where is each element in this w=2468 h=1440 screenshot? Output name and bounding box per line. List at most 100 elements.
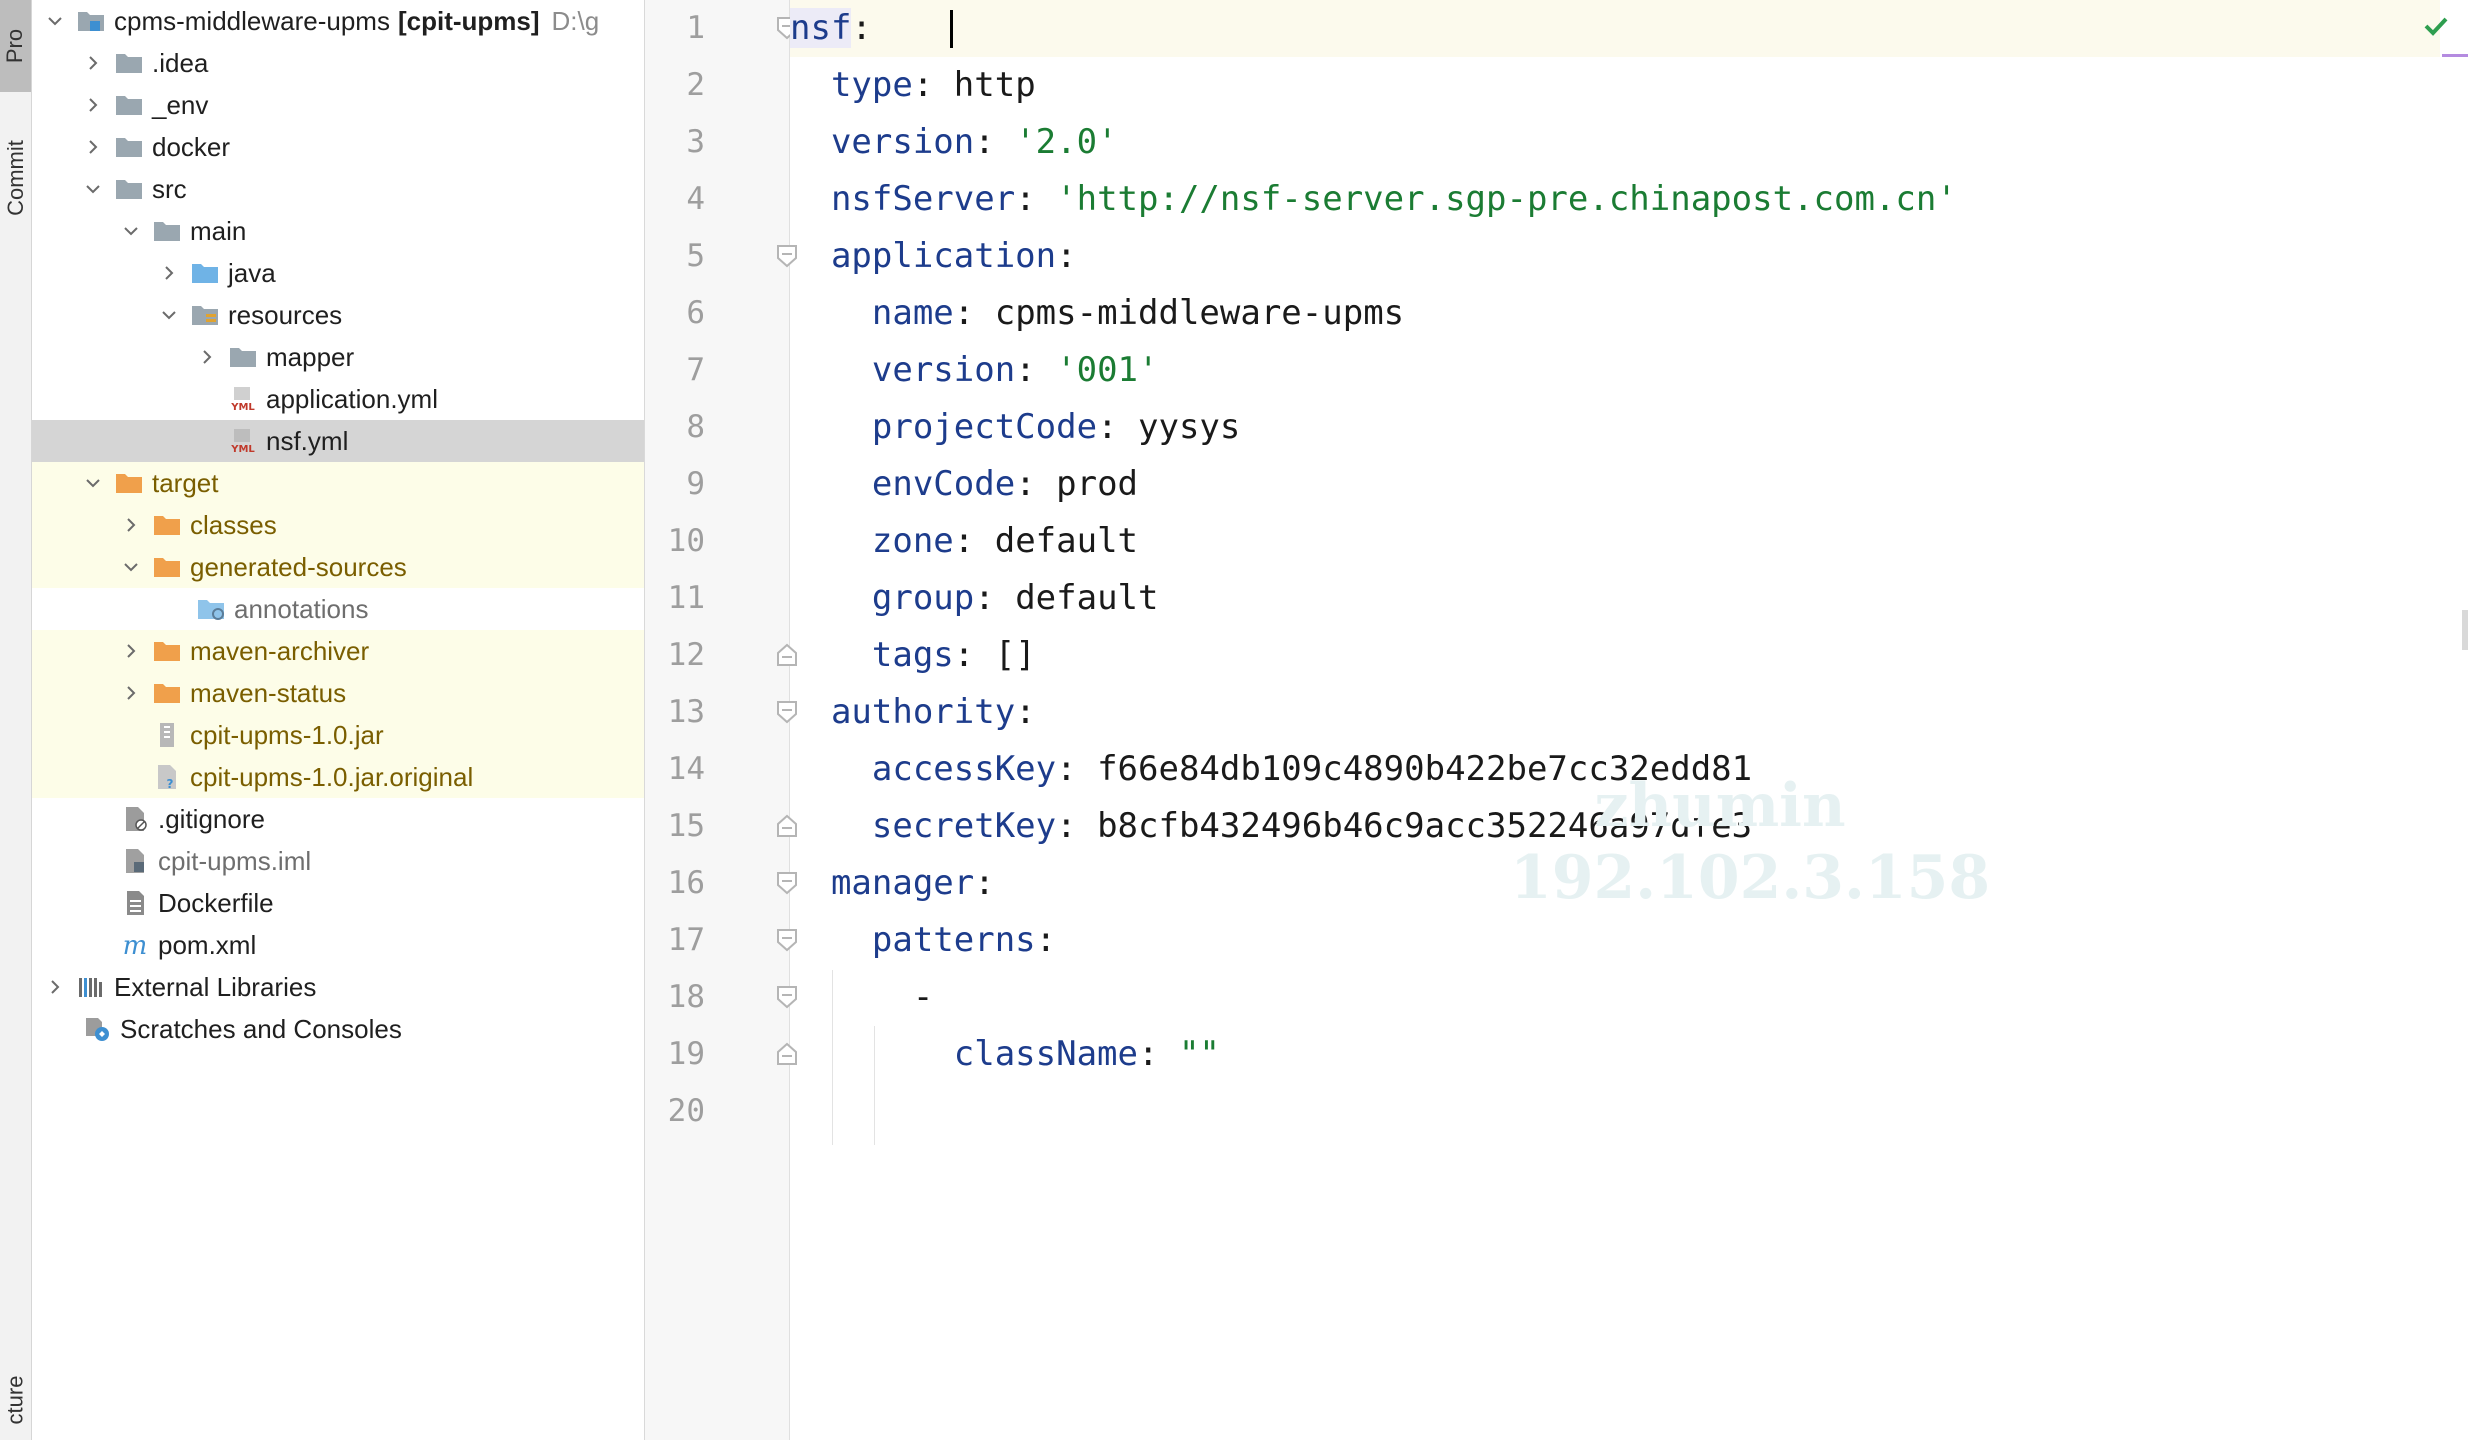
tree-row-generated-sources[interactable]: generated-sources (32, 546, 644, 588)
line-number: 14 (667, 751, 705, 787)
chevron-down-icon[interactable] (120, 220, 142, 242)
tree-item-label: pom.xml (158, 929, 257, 960)
tree-row-root[interactable]: cpms-middleware-upms [cpit-upms] D:\g (32, 0, 644, 42)
line-number: 11 (667, 580, 705, 616)
yaml-sep: : (974, 863, 995, 903)
chevron-right-icon[interactable] (120, 514, 142, 536)
tree-row-env[interactable]: _env (32, 84, 644, 126)
tree-row-docker[interactable]: docker (32, 126, 644, 168)
chevron-right-icon[interactable] (82, 136, 104, 158)
yaml-key: tags (871, 635, 954, 675)
code-line: - (790, 969, 2440, 1026)
yaml-sep: : (1097, 407, 1139, 447)
scratches-icon (82, 1016, 112, 1042)
yaml-key: nsfServer (830, 179, 1016, 219)
module-folder-icon (76, 8, 106, 34)
tool-tab-structure[interactable]: cture (0, 1360, 31, 1440)
tree-root-path: D:\g (551, 5, 600, 36)
tree-row-iml[interactable]: cpit-upms.iml (32, 840, 644, 882)
tree-row-application-yml[interactable]: YML application.yml (32, 378, 644, 420)
tree-row-java[interactable]: java (32, 252, 644, 294)
line-number: 20 (667, 1093, 705, 1129)
tree-item-label: classes (190, 509, 277, 540)
excluded-folder-icon (114, 470, 144, 496)
code-line: projectCode: yysys (790, 399, 2440, 456)
yaml-sep: : (1015, 464, 1057, 504)
tree-row-src[interactable]: src (32, 168, 644, 210)
yaml-value: yysys (1138, 407, 1241, 447)
code-editor[interactable]: 1 2 3 4 5 6 7 8 9 10 11 12 13 14 15 16 1… (645, 0, 2468, 1440)
tool-tab-commit[interactable]: Commit (0, 108, 31, 248)
yaml-sep: : (953, 635, 995, 675)
chevron-down-icon[interactable] (44, 10, 66, 32)
tree-item-label: generated-sources (190, 551, 407, 582)
tree-row-target[interactable]: target (32, 462, 644, 504)
yaml-sep: : (1035, 920, 1057, 960)
tree-row-idea[interactable]: .idea (32, 42, 644, 84)
code-line: accessKey: f66e84db109c4890b422be7cc32ed… (790, 741, 2440, 798)
tree-row-pom[interactable]: m pom.xml (32, 924, 644, 966)
code-line: version: '001' (790, 342, 2440, 399)
yaml-sep: : (1138, 1034, 1179, 1074)
tree-row-jar[interactable]: cpit-upms-1.0.jar (32, 714, 644, 756)
tree-item-label: Dockerfile (158, 887, 274, 918)
yaml-sep: : (851, 8, 872, 48)
chevron-down-icon[interactable] (82, 472, 104, 494)
folder-icon (114, 92, 144, 118)
line-number: 9 (686, 466, 705, 502)
tree-row-gitignore[interactable]: .gitignore (32, 798, 644, 840)
inspection-ok-icon[interactable] (2420, 10, 2452, 42)
jar-file-icon (152, 722, 182, 748)
code-line: manager: (790, 855, 2440, 912)
chevron-right-icon[interactable] (44, 976, 66, 998)
chevron-down-icon[interactable] (158, 304, 180, 326)
tree-item-label: resources (228, 299, 343, 330)
chevron-down-icon[interactable] (120, 556, 142, 578)
tree-row-dockerfile[interactable]: Dockerfile (32, 882, 644, 924)
yaml-key: patterns (871, 920, 1036, 960)
chevron-right-icon[interactable] (196, 346, 218, 368)
yaml-key: authority (830, 692, 1016, 732)
tree-row-external-libraries[interactable]: External Libraries (32, 966, 644, 1008)
tree-item-label: target (152, 467, 219, 498)
tree-item-label: .gitignore (158, 803, 265, 834)
line-number: 15 (667, 808, 705, 844)
chevron-right-icon[interactable] (158, 262, 180, 284)
tree-row-maven-archiver[interactable]: maven-archiver (32, 630, 644, 672)
line-number: 18 (667, 979, 705, 1015)
code-area[interactable]: nsf: type: http version: '2.0' nsfServer… (790, 0, 2468, 1440)
resources-folder-icon (190, 302, 220, 328)
yaml-key: group (871, 578, 975, 618)
yaml-key: envCode (871, 464, 1016, 504)
tree-item-label: cpit-upms.iml (158, 845, 312, 876)
tree-item-label: External Libraries (114, 971, 317, 1002)
scrollbar-thumb[interactable] (2462, 610, 2468, 650)
yaml-value: b8cfb432496b46c9acc352246a97dfe3 (1097, 806, 1753, 846)
chevron-right-icon[interactable] (120, 640, 142, 662)
chevron-right-icon[interactable] (120, 682, 142, 704)
tree-row-scratches[interactable]: Scratches and Consoles (32, 1008, 644, 1050)
tree-row-mapper[interactable]: mapper (32, 336, 644, 378)
tree-item-label: java (228, 257, 276, 288)
tree-item-label: _env (152, 89, 209, 120)
chevron-right-icon[interactable] (82, 94, 104, 116)
chevron-right-icon[interactable] (82, 52, 104, 74)
line-number: 1 (686, 10, 705, 46)
line-number: 10 (667, 523, 705, 559)
tree-row-nsf-yml[interactable]: YML nsf.yml (32, 420, 644, 462)
line-number: 5 (686, 238, 705, 274)
tree-row-jar-original[interactable]: ? cpit-upms-1.0.jar.original (32, 756, 644, 798)
chevron-down-icon[interactable] (82, 178, 104, 200)
tree-row-classes[interactable]: classes (32, 504, 644, 546)
folder-icon (114, 134, 144, 160)
tree-row-main[interactable]: main (32, 210, 644, 252)
yaml-key: name (871, 293, 954, 333)
tree-row-maven-status[interactable]: maven-status (32, 672, 644, 714)
tree-row-annotations[interactable]: annotations (32, 588, 644, 630)
excluded-folder-icon (152, 554, 182, 580)
yaml-value: prod (1056, 464, 1139, 504)
tree-row-resources[interactable]: resources (32, 294, 644, 336)
yaml-key: nsf (790, 8, 852, 48)
tool-tab-project[interactable]: Pro (0, 0, 31, 92)
tree-root-name: cpms-middleware-upms (114, 5, 390, 36)
